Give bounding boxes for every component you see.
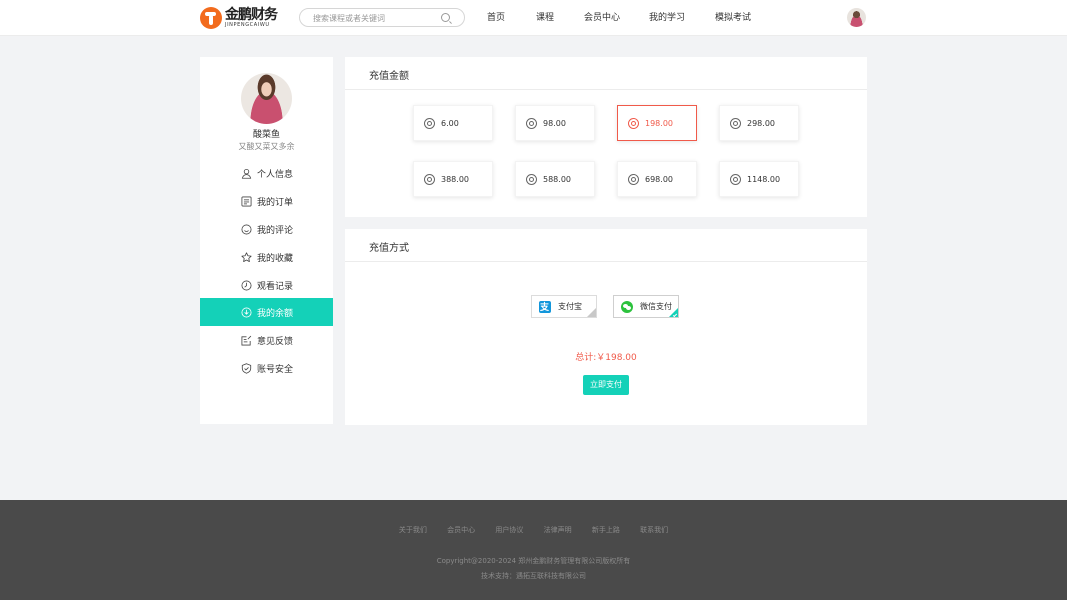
total-amount: 总计:￥198.00 <box>575 353 637 363</box>
amount-option[interactable]: 698.00 <box>617 161 697 197</box>
header-avatar[interactable] <box>847 8 866 27</box>
sidebar-item-label: 账号安全 <box>257 364 294 375</box>
user-name: 酸菜鱼 <box>252 130 280 140</box>
amount-value: 6.00 <box>441 118 459 128</box>
sidebar: 酸菜鱼 又酸又菜又多余 个人信息 我的订单 我的评论 我的收藏 观看记录 我的余… <box>200 57 333 424</box>
sidebar-item-label: 我的订单 <box>257 197 294 208</box>
amount-value: 1148.00 <box>747 174 781 184</box>
sidebar-item-profile[interactable]: 个人信息 <box>200 159 333 187</box>
payment-method-title: 充值方式 <box>369 243 409 254</box>
comment-icon <box>241 224 252 235</box>
clock-icon <box>241 280 252 291</box>
amount-option[interactable]: 98.00 <box>515 105 595 141</box>
sidebar-item-feedback[interactable]: 意见反馈 <box>200 326 333 354</box>
recharge-amount-card: 充值金额 6.00 98.00 198.00 298.00 388.00 588… <box>345 57 867 217</box>
alipay-icon <box>539 300 551 313</box>
nav-my-learning[interactable]: 我的学习 <box>649 0 685 36</box>
sidebar-item-comments[interactable]: 我的评论 <box>200 215 333 243</box>
user-bio: 又酸又菜又多余 <box>238 142 295 151</box>
footer-link-member[interactable]: 会员中心 <box>447 525 475 535</box>
sidebar-item-label: 我的余额 <box>257 308 294 319</box>
coin-icon <box>424 173 435 185</box>
amount-option-selected[interactable]: 198.00 <box>617 105 697 141</box>
shield-icon <box>241 362 252 374</box>
logo-icon <box>200 7 222 29</box>
payment-method-card: 充值方式 支付宝 微信支付 总计:￥198.00 立即支付 <box>345 229 867 425</box>
amount-value: 298.00 <box>747 118 775 128</box>
pay-now-button[interactable]: 立即支付 <box>583 375 629 395</box>
wallet-icon <box>241 307 252 318</box>
footer-link-legal[interactable]: 法律声明 <box>544 525 572 535</box>
sidebar-item-label: 意见反馈 <box>257 336 294 347</box>
logo[interactable]: 金鹏财务 JINPENGCAIWU <box>200 6 278 30</box>
footer-link-agreement[interactable]: 用户协议 <box>495 525 523 535</box>
divider <box>345 261 867 262</box>
footer-link-contact[interactable]: 联系我们 <box>640 525 668 535</box>
footer-links: 关于我们 会员中心 用户协议 法律声明 新手上路 联系我们 <box>0 525 1067 535</box>
coin-icon <box>526 117 537 129</box>
amount-value: 388.00 <box>441 174 469 184</box>
search-icon[interactable] <box>441 13 450 22</box>
amount-option[interactable]: 298.00 <box>719 105 799 141</box>
pay-method-label: 支付宝 <box>558 302 582 311</box>
amount-value: 588.00 <box>543 174 571 184</box>
sidebar-item-label: 个人信息 <box>257 169 294 180</box>
top-header: 金鹏财务 JINPENGCAIWU 首页 课程 会员中心 我的学习 模拟考试 <box>0 0 1067 36</box>
pay-method-label: 微信支付 <box>640 302 672 311</box>
coin-icon <box>628 117 639 129</box>
coin-icon <box>730 117 741 129</box>
search-box <box>299 8 465 27</box>
sidebar-item-label: 我的评论 <box>257 225 294 236</box>
feedback-icon <box>241 335 252 346</box>
nav-member-center[interactable]: 会员中心 <box>584 0 620 36</box>
star-icon <box>241 251 252 263</box>
sidebar-item-orders[interactable]: 我的订单 <box>200 187 333 215</box>
user-icon <box>241 168 252 179</box>
sidebar-item-balance[interactable]: 我的余额 <box>200 298 333 326</box>
amount-value: 698.00 <box>645 174 673 184</box>
amount-option[interactable]: 388.00 <box>413 161 493 197</box>
wechat-icon <box>621 300 633 313</box>
coin-icon <box>526 173 537 185</box>
amount-option[interactable]: 6.00 <box>413 105 493 141</box>
order-icon <box>241 196 252 207</box>
coin-icon <box>730 173 741 185</box>
amount-option[interactable]: 588.00 <box>515 161 595 197</box>
footer-link-about[interactable]: 关于我们 <box>399 525 427 535</box>
search-input[interactable] <box>313 12 433 24</box>
recharge-amount-title: 充值金额 <box>369 71 409 82</box>
wechat-pay-option[interactable]: 微信支付 <box>613 295 679 318</box>
footer: 关于我们 会员中心 用户协议 法律声明 新手上路 联系我们 Copyright@… <box>0 500 1067 600</box>
logo-en: JINPENGCAIWU <box>225 22 270 28</box>
coin-icon <box>628 173 639 185</box>
divider <box>345 89 867 90</box>
tech-support-text: 技术支持：遇拓互联科技有限公司 <box>481 572 586 580</box>
sidebar-item-label: 我的收藏 <box>257 253 294 264</box>
nav-courses[interactable]: 课程 <box>536 0 554 36</box>
sidebar-item-security[interactable]: 账号安全 <box>200 354 333 382</box>
avatar[interactable] <box>241 73 292 124</box>
logo-text: 金鹏财务 JINPENGCAIWU <box>225 7 278 28</box>
coin-icon <box>424 117 435 129</box>
amount-value: 98.00 <box>543 118 566 128</box>
alipay-option[interactable]: 支付宝 <box>531 295 597 318</box>
sidebar-item-label: 观看记录 <box>257 281 294 292</box>
sidebar-item-history[interactable]: 观看记录 <box>200 271 333 299</box>
nav-mock-exam[interactable]: 模拟考试 <box>715 0 751 36</box>
copyright-text: Copyright@2020-2024 郑州金鹏财务管理有限公司版权所有 <box>436 557 631 565</box>
unselected-corner-icon <box>587 308 596 317</box>
nav-home[interactable]: 首页 <box>487 0 505 36</box>
logo-cn: 金鹏财务 <box>225 7 278 23</box>
amount-value: 198.00 <box>645 118 673 128</box>
footer-link-newbie[interactable]: 新手上路 <box>592 525 620 535</box>
sidebar-item-favorites[interactable]: 我的收藏 <box>200 243 333 271</box>
amount-option[interactable]: 1148.00 <box>719 161 799 197</box>
